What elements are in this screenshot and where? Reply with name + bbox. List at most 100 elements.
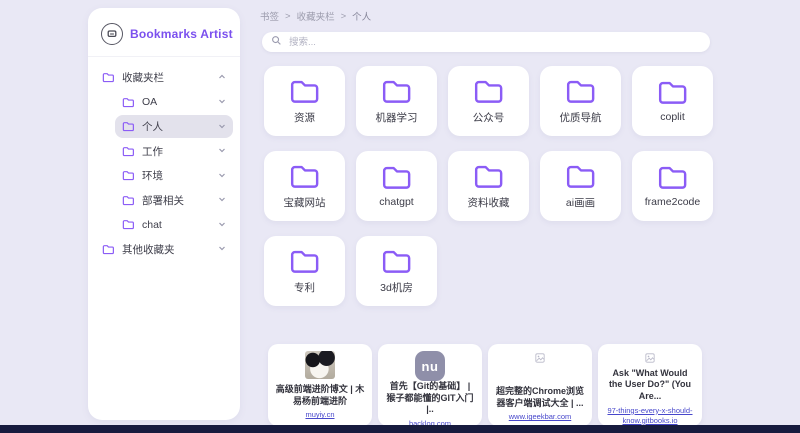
bookmark-row: 高级前端进阶博文 | 木易杨前端进阶 muyiy.cn nu 首先【Git的基础… [268, 344, 702, 426]
folder-label: 宝藏网站 [284, 195, 326, 210]
folder-label: frame2code [645, 196, 700, 208]
sidebar-item-oa[interactable]: OA [115, 91, 233, 114]
bookmark-thumbnail [645, 351, 655, 368]
sidebar-item-bookmarks-bar[interactable]: 收藏夹栏 [95, 66, 233, 89]
breadcrumb-separator: > [341, 11, 347, 22]
folder-icon [380, 248, 414, 275]
sidebar-tree: 收藏夹栏 OA 个人 [88, 57, 240, 262]
folder-card-official-accounts[interactable]: 公众号 [448, 66, 529, 136]
folder-label: chatgpt [379, 196, 413, 208]
chevron-down-icon[interactable] [218, 96, 226, 108]
folder-icon [656, 79, 690, 106]
folder-icon [472, 163, 506, 190]
folder-label: 专利 [294, 280, 315, 295]
folder-label: 资料收藏 [468, 195, 510, 210]
sidebar-item-chat[interactable]: chat [115, 213, 233, 236]
folder-card-treasure-sites[interactable]: 宝藏网站 [264, 151, 345, 221]
bookmark-link[interactable]: muyiy.cn [297, 410, 342, 420]
sidebar-item-label: 工作 [142, 144, 163, 159]
main-content: 书签 > 收藏夹栏 > 个人 资源 机器学习 公众号 [256, 0, 800, 433]
bookmark-title: 首先【Git的基础】 | 猴子都能懂的GIT入门 |.. [378, 381, 482, 416]
folder-label: coplit [660, 111, 685, 123]
app-window: Bookmarks Artist 收藏夹栏 OA [0, 0, 800, 433]
chevron-down-icon[interactable] [218, 121, 226, 133]
sidebar-item-work[interactable]: 工作 [115, 140, 233, 163]
folder-icon [380, 164, 414, 191]
folder-label: ai画画 [566, 195, 595, 210]
broken-image-icon [645, 353, 655, 363]
breadcrumb-item-personal[interactable]: 个人 [352, 9, 371, 23]
bookmark-thumbnail: nu [415, 351, 445, 381]
folder-card-resources[interactable]: 资源 [264, 66, 345, 136]
folder-icon [122, 195, 135, 206]
breadcrumb-item-bookmarks-bar[interactable]: 收藏夹栏 [297, 9, 335, 23]
sidebar-item-label: OA [142, 96, 157, 108]
bookmark-title: 高级前端进阶博文 | 木易杨前端进阶 [268, 384, 372, 407]
sidebar: Bookmarks Artist 收藏夹栏 OA [88, 8, 240, 420]
folder-card-ai-painting[interactable]: ai画画 [540, 151, 621, 221]
folder-label: 资源 [294, 110, 315, 125]
search-icon [271, 33, 282, 51]
folder-card-patents[interactable]: 专利 [264, 236, 345, 306]
folder-icon [472, 78, 506, 105]
folder-icon [564, 163, 598, 190]
chevron-down-icon[interactable] [218, 194, 226, 206]
bookmark-card-muyiy[interactable]: 高级前端进阶博文 | 木易杨前端进阶 muyiy.cn [268, 344, 372, 426]
breadcrumb-item-bookmarks[interactable]: 书签 [260, 9, 279, 23]
folder-icon [102, 244, 115, 255]
folder-icon [122, 219, 135, 230]
folder-card-frame2code[interactable]: frame2code [632, 151, 713, 221]
bookmark-card-97-things[interactable]: Ask "What Would the User Do?" (You Are..… [598, 344, 702, 426]
bookmark-title: Ask "What Would the User Do?" (You Are..… [598, 368, 702, 403]
folder-label: 机器学习 [376, 110, 418, 125]
sidebar-item-environment[interactable]: 环境 [115, 164, 233, 187]
chevron-down-icon[interactable] [218, 219, 226, 231]
search-bar[interactable] [262, 32, 710, 52]
folder-icon [288, 78, 322, 105]
folder-icon [380, 78, 414, 105]
bookmark-link[interactable]: 97-things-every-x-should-know.gitbooks.i… [598, 406, 702, 426]
logo[interactable]: Bookmarks Artist [88, 8, 240, 57]
bookmark-thumbnail [535, 351, 545, 386]
chevron-up-icon[interactable] [218, 72, 226, 84]
folder-icon [288, 163, 322, 190]
search-input[interactable] [287, 36, 701, 49]
bookmarks-artist-logo-icon [101, 23, 123, 45]
breadcrumb: 书签 > 收藏夹栏 > 个人 [260, 9, 800, 23]
sidebar-item-label: 其他收藏夹 [122, 242, 175, 257]
folder-icon [288, 248, 322, 275]
bookmark-thumbnail [305, 351, 335, 384]
dog-photo-thumbnail [305, 351, 335, 379]
bookmark-card-igeekbar[interactable]: 超完整的Chrome浏览器客户端调试大全 | ... www.igeekbar.… [488, 344, 592, 426]
folder-icon [656, 164, 690, 191]
folder-card-machine-learning[interactable]: 机器学习 [356, 66, 437, 136]
chevron-down-icon[interactable] [218, 145, 226, 157]
folder-grid: 资源 机器学习 公众号 优质导航 coplit 宝藏网站 [264, 66, 713, 306]
folder-card-materials[interactable]: 资料收藏 [448, 151, 529, 221]
sidebar-item-label: 环境 [142, 168, 163, 183]
folder-card-chatgpt[interactable]: chatgpt [356, 151, 437, 221]
sidebar-item-label: 个人 [142, 119, 163, 134]
folder-card-3d-room[interactable]: 3d机房 [356, 236, 437, 306]
nulab-logo-icon: nu [415, 351, 445, 381]
bookmark-title: 超完整的Chrome浏览器客户端调试大全 | ... [488, 386, 592, 409]
folder-icon [102, 72, 115, 83]
breadcrumb-separator: > [285, 11, 291, 22]
folder-label: 3d机房 [380, 280, 413, 295]
sidebar-item-label: 部署相关 [142, 193, 184, 208]
broken-image-icon [535, 353, 545, 363]
folder-card-coplit[interactable]: coplit [632, 66, 713, 136]
chevron-down-icon[interactable] [218, 170, 226, 182]
folder-icon [564, 78, 598, 105]
sidebar-item-other-bookmarks[interactable]: 其他收藏夹 [95, 238, 233, 261]
sidebar-item-personal[interactable]: 个人 [115, 115, 233, 138]
bookmark-card-backlog[interactable]: nu 首先【Git的基础】 | 猴子都能懂的GIT入门 |.. backlog.… [378, 344, 482, 426]
bottom-edge-bar [0, 425, 800, 433]
bookmark-link[interactable]: www.igeekbar.com [501, 412, 580, 422]
chevron-down-icon[interactable] [218, 243, 226, 255]
sidebar-item-label: chat [142, 219, 162, 231]
folder-label: 公众号 [473, 110, 505, 125]
folder-card-quality-nav[interactable]: 优质导航 [540, 66, 621, 136]
sidebar-item-deploy[interactable]: 部署相关 [115, 189, 233, 212]
folder-icon [122, 146, 135, 157]
